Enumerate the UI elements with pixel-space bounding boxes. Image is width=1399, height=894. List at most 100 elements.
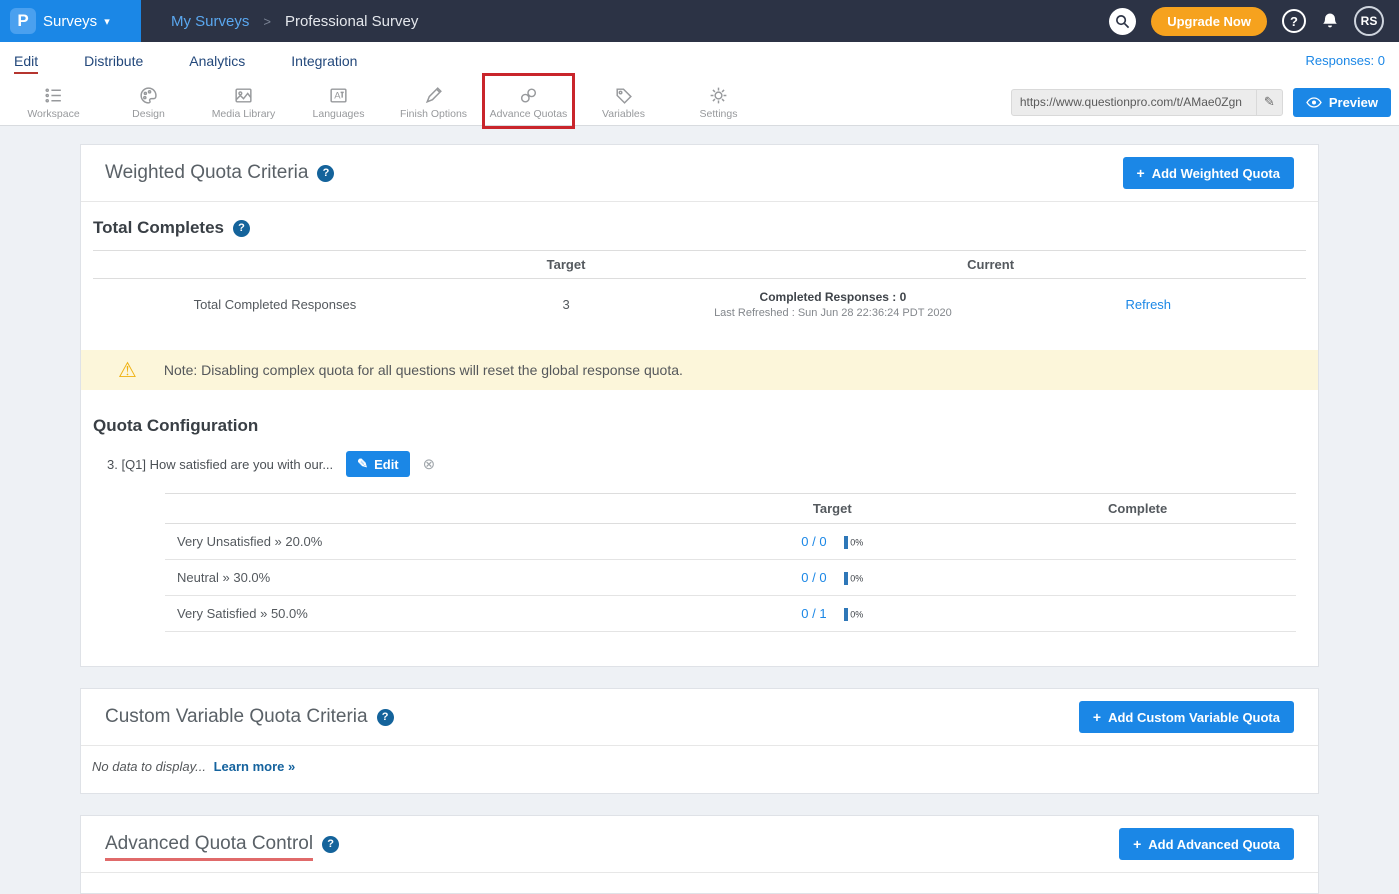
- toolbar-item-design[interactable]: Design: [101, 85, 196, 120]
- toolbar-item-workspace-label: Workspace: [27, 108, 79, 120]
- toolbar-item-advance-quotas[interactable]: Advance Quotas: [481, 85, 576, 120]
- upgrade-now-button[interactable]: Upgrade Now: [1151, 7, 1267, 36]
- total-completed-responses-label: Total Completed Responses: [93, 297, 457, 312]
- quota-option-label: Very Unsatisfied » 20.0%: [165, 534, 685, 549]
- plus-icon: +: [1133, 836, 1141, 852]
- topbar-actions: Upgrade Now ? RS: [1109, 6, 1399, 36]
- responses-count[interactable]: Responses: 0: [1306, 53, 1386, 68]
- last-refreshed-timestamp: Last Refreshed : Sun Jun 28 22:36:24 PDT…: [675, 307, 990, 319]
- quota-note-banner: ⚠ Note: Disabling complex quota for all …: [81, 350, 1318, 390]
- edit-url-pencil-icon[interactable]: ✎: [1256, 90, 1282, 115]
- toolbar-item-advance-quotas-label: Advance Quotas: [490, 108, 568, 120]
- search-icon: [1115, 14, 1130, 29]
- search-button[interactable]: [1109, 8, 1136, 35]
- edit-button-label: Edit: [374, 457, 399, 472]
- custom-variable-quota-header: Custom Variable Quota Criteria ? + Add C…: [81, 689, 1318, 746]
- quota-target-value: 0 / 0: [801, 570, 826, 585]
- weighted-quota-card: Weighted Quota Criteria ? + Add Weighted…: [80, 144, 1319, 667]
- logo-letter: P: [17, 11, 28, 31]
- toolbar-item-variables[interactable]: Variables: [576, 85, 671, 120]
- preview-button-label: Preview: [1329, 95, 1378, 110]
- no-data-text: No data to display...: [92, 759, 206, 774]
- tab-integration-label: Integration: [291, 53, 357, 69]
- toolbar-item-media-library[interactable]: Media Library: [196, 85, 291, 120]
- empty-state: No data to display... Learn more »: [81, 746, 1318, 793]
- target-column-header: Target: [457, 257, 675, 272]
- toolbar-item-settings[interactable]: Settings: [671, 85, 766, 120]
- plus-icon: +: [1137, 165, 1145, 181]
- avatar[interactable]: RS: [1354, 6, 1384, 36]
- notifications-button[interactable]: [1321, 12, 1339, 30]
- plus-icon: +: [1093, 709, 1101, 725]
- tab-analytics[interactable]: Analytics: [189, 53, 245, 69]
- tab-integration[interactable]: Integration: [291, 53, 357, 69]
- quota-option-label: Neutral » 30.0%: [165, 570, 685, 585]
- breadcrumb: My Surveys > Professional Survey: [171, 13, 418, 30]
- tab-edit[interactable]: Edit: [14, 53, 38, 69]
- help-icon[interactable]: ?: [377, 709, 394, 726]
- learn-more-link[interactable]: Learn more »: [214, 759, 296, 774]
- questionpro-logo: P: [10, 8, 36, 34]
- add-weighted-quota-label: Add Weighted Quota: [1152, 166, 1280, 181]
- quota-question-row: 3. [Q1] How satisfied are you with our..…: [107, 451, 1306, 477]
- remove-quota-icon[interactable]: ⊗: [423, 457, 436, 472]
- toolbar-item-languages-label: Languages: [313, 108, 365, 120]
- tab-distribute[interactable]: Distribute: [84, 53, 143, 69]
- breadcrumb-current-page: Professional Survey: [285, 13, 418, 30]
- completed-responses-value: Completed Responses : 0: [675, 290, 990, 304]
- advanced-quota-card: Advanced Quota Control ? + Add Advanced …: [80, 815, 1319, 894]
- table-row: Total Completed Responses 3 Completed Re…: [93, 279, 1306, 334]
- quota-option-label: Very Satisfied » 50.0%: [165, 606, 685, 621]
- eye-icon: [1306, 97, 1322, 108]
- toolbar-item-workspace[interactable]: Workspace: [6, 85, 101, 120]
- toolbar-item-settings-label: Settings: [700, 108, 738, 120]
- add-advanced-quota-button[interactable]: + Add Advanced Quota: [1119, 828, 1294, 860]
- edit-pencil-icon: ✎: [357, 456, 368, 472]
- current-column-header: Current: [675, 257, 1306, 272]
- quota-configuration-section: Quota Configuration 3. [Q1] How satisfie…: [81, 390, 1318, 666]
- media-library-icon: [233, 85, 254, 106]
- table-row: Very Satisfied » 50.0% 0 / 1 0%: [165, 596, 1296, 632]
- survey-toolbar: Workspace Design Media Library A Languag…: [0, 79, 1399, 126]
- svg-text:A: A: [334, 90, 341, 101]
- total-completes-section: Total Completes ? Target Current Total C…: [81, 202, 1318, 350]
- breadcrumb-my-surveys[interactable]: My Surveys: [171, 13, 249, 30]
- quota-target-value: 0 / 1: [801, 606, 826, 621]
- settings-gear-icon: [708, 85, 729, 106]
- table-row: Neutral » 30.0% 0 / 0 0%: [165, 560, 1296, 596]
- weighted-quota-title: Weighted Quota Criteria: [105, 162, 308, 184]
- help-icon[interactable]: ?: [317, 165, 334, 182]
- progress-bar: [844, 536, 848, 549]
- progress-percent: 0%: [850, 610, 863, 620]
- progress-bar: [844, 572, 848, 585]
- surveys-menu[interactable]: P Surveys ▾: [0, 0, 141, 42]
- add-custom-variable-quota-button[interactable]: + Add Custom Variable Quota: [1079, 701, 1294, 733]
- survey-url-input[interactable]: https://www.questionpro.com/t/AMae0Zgn ✎: [1011, 89, 1283, 116]
- bell-icon: [1321, 12, 1339, 30]
- preview-button[interactable]: Preview: [1293, 88, 1391, 117]
- total-completes-table: Target Current Total Completed Responses…: [93, 250, 1306, 334]
- help-icon[interactable]: ?: [233, 220, 250, 237]
- edit-quota-button[interactable]: ✎ Edit: [346, 451, 409, 477]
- quota-note-text: Note: Disabling complex quota for all qu…: [164, 362, 683, 378]
- progress-percent: 0%: [850, 574, 863, 584]
- quota-options-table: Target Complete Very Unsatisfied » 20.0%…: [165, 493, 1296, 632]
- quota-target-value: 0 / 0: [801, 534, 826, 549]
- refresh-link[interactable]: Refresh: [1126, 297, 1172, 312]
- total-completes-title: Total Completes: [93, 218, 224, 238]
- progress-percent: 0%: [850, 538, 863, 548]
- help-button[interactable]: ?: [1282, 9, 1306, 33]
- current-status: Completed Responses : 0 Last Refreshed :…: [675, 290, 990, 319]
- advanced-quota-header: Advanced Quota Control ? + Add Advanced …: [81, 816, 1318, 873]
- weighted-quota-header: Weighted Quota Criteria ? + Add Weighted…: [81, 145, 1318, 202]
- toolbar-item-finish-options[interactable]: Finish Options: [386, 85, 481, 120]
- add-weighted-quota-button[interactable]: + Add Weighted Quota: [1123, 157, 1295, 189]
- tab-edit-label: Edit: [14, 53, 38, 74]
- survey-url-text: https://www.questionpro.com/t/AMae0Zgn: [1012, 95, 1256, 109]
- help-icon[interactable]: ?: [322, 836, 339, 853]
- advance-quotas-chain-icon: [518, 85, 539, 106]
- workspace-icon: [43, 85, 64, 106]
- advanced-quota-body: [81, 873, 1318, 893]
- toolbar-item-languages[interactable]: A Languages: [291, 85, 386, 120]
- custom-variable-quota-card: Custom Variable Quota Criteria ? + Add C…: [80, 688, 1319, 794]
